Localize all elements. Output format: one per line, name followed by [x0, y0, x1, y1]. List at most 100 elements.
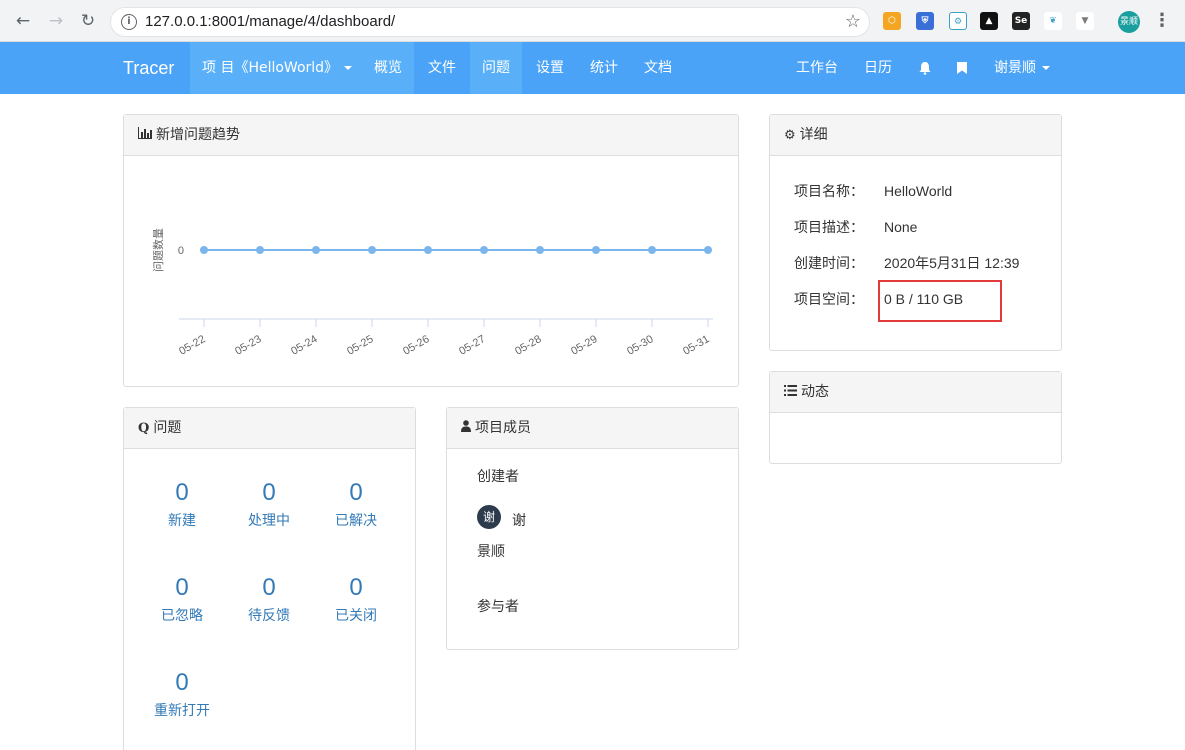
nav-settings[interactable]: 设置 — [524, 42, 576, 94]
chevron-down-icon — [1042, 66, 1050, 70]
detail-value: HelloWorld — [884, 183, 953, 199]
stat-label: 重新打开 — [154, 703, 210, 719]
nav-calendar[interactable]: 日历 — [852, 42, 904, 94]
activity-panel-title: 动态 — [801, 384, 829, 400]
detail-row-created: 创建时间： 2020年5月31日 12:39 — [794, 253, 1019, 273]
extension-gear-icon[interactable]: ⚙ — [949, 12, 967, 30]
activity-panel: 动态 — [769, 371, 1062, 464]
reload-icon[interactable]: ↻ — [77, 10, 99, 32]
trend-panel-title: 新增问题趋势 — [156, 127, 240, 143]
user-menu[interactable]: 谢景顺 — [982, 42, 1062, 94]
members-panel-title: 项目成员 — [475, 420, 531, 436]
nav-statistics[interactable]: 统计 — [578, 42, 630, 94]
extension-leaf-icon[interactable]: ❦ — [1044, 12, 1062, 30]
x-tick-label: 05-28 — [513, 333, 543, 357]
stat-label: 待反馈 — [248, 608, 290, 624]
nav-overview[interactable]: 概览 — [362, 42, 414, 94]
stat-count: 0 — [262, 479, 276, 506]
address-url[interactable]: 127.0.0.1:8001/manage/4/dashboard/ — [145, 13, 395, 30]
gear-icon: ⚙ — [784, 128, 796, 143]
nav-issues[interactable]: 问题 — [470, 42, 522, 94]
data-point — [592, 246, 600, 254]
bookmark-icon[interactable] — [944, 42, 980, 94]
profile-avatar[interactable]: 景顺 — [1118, 11, 1140, 33]
y-axis-label: 问题数量 — [152, 228, 165, 272]
detail-row-name: 项目名称： HelloWorld — [794, 181, 952, 201]
detail-key: 项目名称： — [794, 184, 864, 200]
stat-reopened[interactable]: 0 重新打开 — [137, 668, 227, 720]
x-tick-label: 05-24 — [289, 333, 319, 357]
detail-row-description: 项目描述： None — [794, 217, 917, 237]
nav-files[interactable]: 文件 — [416, 42, 468, 94]
detail-key: 创建时间： — [794, 256, 864, 272]
x-tick-label: 05-26 — [401, 333, 431, 357]
project-menu[interactable]: 项 目《HelloWorld》 — [190, 42, 365, 94]
highlight-annotation-box — [878, 280, 1002, 322]
data-point — [312, 246, 320, 254]
x-tick-label: 05-25 — [345, 333, 375, 357]
data-point — [704, 246, 712, 254]
stat-label: 已解决 — [335, 513, 377, 529]
back-arrow-icon[interactable]: ← — [12, 10, 34, 32]
detail-key: 项目描述： — [794, 220, 864, 236]
brand-logo[interactable]: Tracer — [123, 58, 174, 79]
extension-hex-icon[interactable]: ⬡ — [883, 12, 901, 30]
stat-resolved[interactable]: 0 已解决 — [311, 478, 401, 530]
site-info-icon[interactable]: i — [121, 14, 137, 30]
browser-toolbar: ← → ↻ i 127.0.0.1:8001/manage/4/dashboar… — [0, 0, 1185, 42]
data-point — [424, 246, 432, 254]
issues-panel-title: 问题 — [153, 420, 182, 436]
x-tick-label: 05-22 — [177, 333, 207, 357]
stat-label: 已忽略 — [161, 608, 203, 624]
bookmark-star-icon[interactable]: ☆ — [845, 11, 861, 32]
notification-bell-icon[interactable] — [906, 42, 944, 94]
trend-panel: 新增问题趋势 问题数量 0 05-22 05-23 05-24 05-25 05-26 05-… — [123, 114, 739, 387]
y-tick-label: 0 — [178, 245, 184, 257]
stat-label: 新建 — [168, 513, 196, 529]
data-point — [368, 246, 376, 254]
x-tick-label: 05-30 — [625, 333, 655, 357]
stat-new[interactable]: 0 新建 — [137, 478, 227, 530]
extension-v-icon[interactable]: ▼ — [1076, 12, 1094, 30]
address-bar[interactable]: i 127.0.0.1:8001/manage/4/dashboard/ ☆ — [110, 7, 870, 37]
stat-closed[interactable]: 0 已关闭 — [311, 573, 401, 625]
forward-arrow-icon[interactable]: → — [45, 10, 67, 32]
stat-processing[interactable]: 0 处理中 — [224, 478, 314, 530]
user-icon — [461, 409, 471, 449]
extension-triangle-icon[interactable]: ▲ — [980, 12, 998, 30]
browser-menu-icon[interactable]: ⋮ — [1153, 10, 1171, 32]
user-menu-label: 谢景顺 — [994, 60, 1036, 76]
project-menu-label: 项 目《HelloWorld》 — [202, 60, 339, 76]
stat-count: 0 — [175, 669, 189, 696]
app-navbar: Tracer 项 目《HelloWorld》 概览 文件 问题 设置 统计 文档… — [0, 42, 1185, 94]
data-point — [648, 246, 656, 254]
stat-count: 0 — [349, 479, 363, 506]
data-point — [200, 246, 208, 254]
stat-count: 0 — [175, 574, 189, 601]
issues-panel: Q 问题 0 新建 0 处理中 0 已解决 0 已忽略 0 待反馈 0 已关闭 0… — [123, 407, 416, 750]
nav-docs[interactable]: 文档 — [632, 42, 684, 94]
stat-label: 已关闭 — [335, 608, 377, 624]
chevron-down-icon — [344, 66, 353, 70]
bar-chart-icon — [138, 116, 152, 156]
x-tick-label: 05-27 — [457, 333, 487, 357]
nav-workbench[interactable]: 工作台 — [784, 42, 850, 94]
detail-key: 项目空间： — [794, 292, 864, 308]
data-point — [480, 246, 488, 254]
extension-selenium-icon[interactable]: Se — [1012, 12, 1030, 30]
data-point — [536, 246, 544, 254]
issues-panel-heading: Q 问题 — [124, 408, 415, 449]
participants-label: 参与者 — [477, 599, 519, 615]
creator-avatar: 谢 — [477, 505, 501, 529]
x-tick-label: 05-29 — [569, 333, 599, 357]
stat-label: 处理中 — [248, 513, 290, 529]
creator-name-continued: 景顺 — [477, 544, 505, 560]
stat-feedback[interactable]: 0 待反馈 — [224, 573, 314, 625]
creator-name: 谢 — [512, 513, 526, 529]
members-panel-heading: 项目成员 — [447, 408, 738, 449]
members-panel: 项目成员 创建者 谢 谢 景顺 参与者 — [446, 407, 739, 650]
extension-shield-icon[interactable]: ⛨ — [916, 12, 934, 30]
stat-ignored[interactable]: 0 已忽略 — [137, 573, 227, 625]
activity-panel-heading: 动态 — [770, 372, 1061, 413]
stat-count: 0 — [349, 574, 363, 601]
